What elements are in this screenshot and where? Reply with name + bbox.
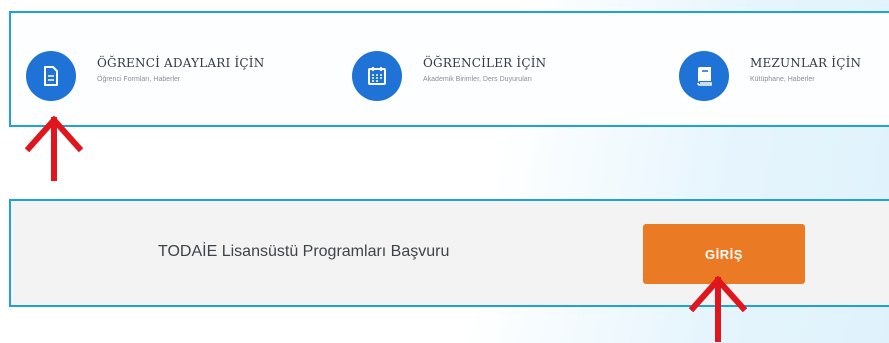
- document-icon[interactable]: [26, 51, 76, 101]
- book-icon[interactable]: [679, 51, 729, 101]
- nav-item-subtitle: Öğrenci Formları, Haberler: [97, 75, 181, 83]
- nav-item-students[interactable]: ÖĞRENCİLER İÇİN Akademik Birimler, Ders …: [352, 51, 546, 101]
- calendar-icon[interactable]: [352, 51, 402, 101]
- nav-item-candidates[interactable]: ÖĞRENCİ ADAYLARI İÇİN Öğrenci Formları, …: [26, 51, 264, 101]
- application-title: TODAİE Lisansüstü Programları Başvuru: [158, 243, 450, 260]
- nav-item-alumni[interactable]: MEZUNLAR İÇİN Kütüphane, Haberler: [679, 51, 861, 101]
- nav-item-title[interactable]: ÖĞRENCİLER İÇİN: [423, 56, 546, 70]
- audience-nav-strip: ÖĞRENCİ ADAYLARI İÇİN Öğrenci Formları, …: [9, 11, 889, 127]
- red-arrow-up-icon: [24, 115, 84, 181]
- red-arrow-up-icon: [688, 275, 748, 342]
- nav-item-subtitle: Akademik Birimler, Ders Duyuruları: [423, 75, 532, 83]
- application-bar: TODAİE Lisansüstü Programları Başvuru Gİ…: [9, 199, 889, 307]
- nav-item-subtitle: Kütüphane, Haberler: [750, 75, 815, 83]
- nav-item-title[interactable]: ÖĞRENCİ ADAYLARI İÇİN: [97, 56, 264, 70]
- nav-item-title[interactable]: MEZUNLAR İÇİN: [750, 56, 861, 70]
